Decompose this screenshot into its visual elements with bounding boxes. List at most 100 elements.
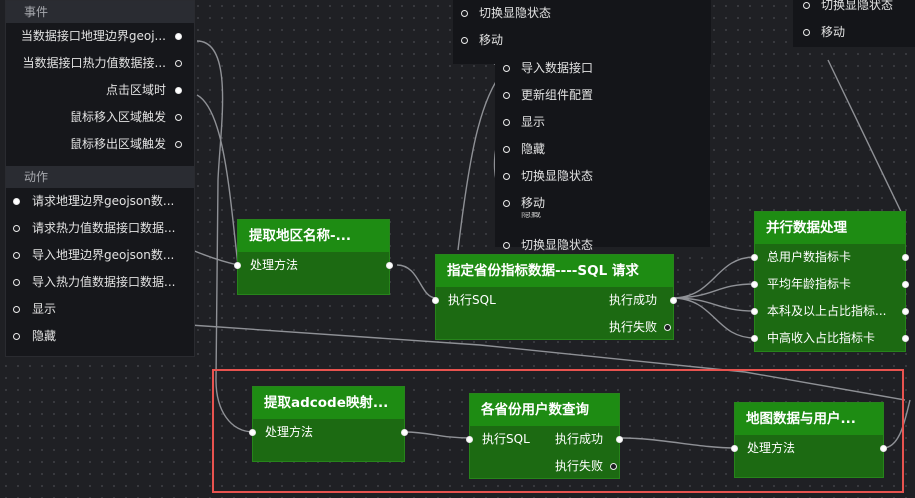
event-mouse-leave[interactable]: 鼠标移出区域触发	[6, 131, 194, 158]
action-move[interactable]: 移动	[495, 190, 593, 217]
input-port[interactable]	[13, 333, 20, 340]
input-port[interactable]	[751, 335, 758, 342]
action-label: 显示	[521, 115, 546, 129]
node-extract-adcode[interactable]: 提取adcode映射... 处理方法	[249, 386, 408, 462]
output-port-fail[interactable]	[610, 463, 617, 470]
wire	[671, 297, 756, 312]
node-title: 提取adcode映射...	[253, 387, 404, 419]
input-port[interactable]	[503, 65, 510, 72]
actions-header: 动作	[6, 166, 194, 188]
input-port[interactable]	[503, 146, 510, 153]
events-header: 事件	[6, 1, 194, 23]
output-port-success[interactable]	[670, 297, 677, 304]
output-port[interactable]	[902, 254, 909, 261]
event-mouse-enter[interactable]: 鼠标移入区域触发	[6, 104, 194, 131]
action-label: 隐藏	[521, 142, 546, 156]
action-import-heat[interactable]: 导入热力值数据接口数据...	[6, 269, 194, 296]
event-geojson-received[interactable]: 当数据接口地理边界geoj...	[6, 23, 194, 50]
event-label: 当数据接口热力值数据接...	[22, 56, 166, 70]
input-port[interactable]	[751, 281, 758, 288]
right-panel-items: 切换显隐状态 移动	[795, 0, 893, 46]
input-port[interactable]	[461, 37, 468, 44]
action-update-config[interactable]: 更新组件配置	[495, 82, 593, 109]
output-port-fail[interactable]	[664, 324, 671, 331]
node-output-row: 中高收入占比指标卡	[751, 325, 909, 352]
action-label: 显示	[32, 302, 57, 316]
port-label: 处理方法	[747, 441, 796, 455]
output-port[interactable]	[401, 429, 408, 436]
action-hide[interactable]: 隐藏	[495, 136, 593, 163]
action-show[interactable]: 显示	[495, 109, 593, 136]
input-port[interactable]	[13, 225, 20, 232]
action-toggle-visibility[interactable]: 切换显隐状态	[495, 163, 593, 190]
node-extract-region-name[interactable]: 提取地区名称-... 处理方法	[234, 219, 393, 295]
action-move[interactable]: 移动	[453, 27, 551, 54]
input-port[interactable]	[249, 429, 256, 436]
output-port[interactable]	[880, 445, 887, 452]
output-port[interactable]	[902, 308, 909, 315]
input-port[interactable]	[503, 173, 510, 180]
input-port[interactable]	[503, 200, 510, 207]
port-label: 本科及以上占比指标...	[767, 304, 887, 318]
node-parallel-processing[interactable]: 并行数据处理 总用户数指标卡 平均年龄指标卡 本科及以上占比指标... 中高收入…	[751, 211, 909, 352]
node-output-row: 平均年龄指标卡	[751, 271, 909, 298]
port-label: 平均年龄指标卡	[767, 277, 852, 291]
input-port[interactable]	[466, 436, 473, 443]
port-label: 执行SQL	[482, 432, 530, 446]
output-port[interactable]	[175, 141, 182, 148]
action-label: 切换显隐状态	[521, 238, 594, 252]
input-port[interactable]	[751, 308, 758, 315]
action-show[interactable]: 显示	[6, 296, 194, 323]
component-panel-left: 事件 当数据接口地理边界geoj... 当数据接口热力值数据接... 点击区域时…	[5, 0, 195, 357]
output-port-success[interactable]	[616, 436, 623, 443]
output-port[interactable]	[902, 335, 909, 342]
output-port[interactable]	[175, 33, 182, 40]
node-title: 指定省份指标数据----SQL 请求	[436, 255, 673, 287]
input-port[interactable]	[13, 252, 20, 259]
action-label: 切换显隐状态	[479, 6, 552, 20]
overlap-fragment: 隐藏	[521, 212, 541, 220]
action-label: 切换显隐状态	[521, 169, 594, 183]
action-label: 移动	[521, 196, 546, 210]
node-province-sql-request[interactable]: 指定省份指标数据----SQL 请求 执行SQL 执行成功 执行失败	[432, 254, 677, 341]
input-port[interactable]	[503, 119, 510, 126]
wire	[671, 256, 756, 299]
action-label: 移动	[821, 25, 846, 39]
node-province-user-query[interactable]: 各省份用户数查询 执行SQL 执行成功 执行失败	[466, 393, 623, 479]
action-request-geojson[interactable]: 请求地理边界geojson数...	[6, 188, 194, 215]
input-port[interactable]	[731, 445, 738, 452]
input-port[interactable]	[803, 29, 810, 36]
output-port[interactable]	[175, 60, 182, 67]
input-port[interactable]	[461, 10, 468, 17]
wire	[196, 94, 239, 266]
action-label: 请求地理边界geojson数...	[32, 194, 175, 208]
output-port[interactable]	[386, 262, 393, 269]
action-request-heat[interactable]: 请求热力值数据接口数据...	[6, 215, 194, 242]
node-title: 并行数据处理	[755, 212, 905, 244]
input-port[interactable]	[234, 262, 241, 269]
input-port[interactable]	[751, 254, 758, 261]
action-import-geojson[interactable]: 导入地理边界geojson数...	[6, 242, 194, 269]
input-port[interactable]	[13, 279, 20, 286]
input-port[interactable]	[803, 2, 810, 9]
action-label: 隐藏	[32, 329, 57, 343]
input-port[interactable]	[432, 297, 439, 304]
event-region-click[interactable]: 点击区域时	[6, 77, 194, 104]
input-port[interactable]	[13, 198, 20, 205]
node-output-row: 执行失败	[436, 314, 673, 341]
action-label: 移动	[479, 33, 504, 47]
action-import-data-api[interactable]: 导入数据接口	[495, 55, 593, 82]
event-heat-received[interactable]: 当数据接口热力值数据接...	[6, 50, 194, 77]
action-label: 切换显隐状态	[821, 0, 894, 12]
output-port[interactable]	[902, 281, 909, 288]
node-map-data[interactable]: 地图数据与用户... 处理方法	[731, 402, 887, 478]
action-toggle-visibility[interactable]: 切换显隐状态	[453, 0, 551, 27]
action-move[interactable]: 移动	[795, 19, 893, 46]
output-port[interactable]	[175, 114, 182, 121]
action-hide[interactable]: 隐藏	[6, 323, 194, 350]
input-port[interactable]	[13, 306, 20, 313]
output-port[interactable]	[175, 87, 182, 94]
input-port[interactable]	[503, 242, 510, 249]
action-toggle-visibility[interactable]: 切换显隐状态	[795, 0, 893, 19]
input-port[interactable]	[503, 92, 510, 99]
